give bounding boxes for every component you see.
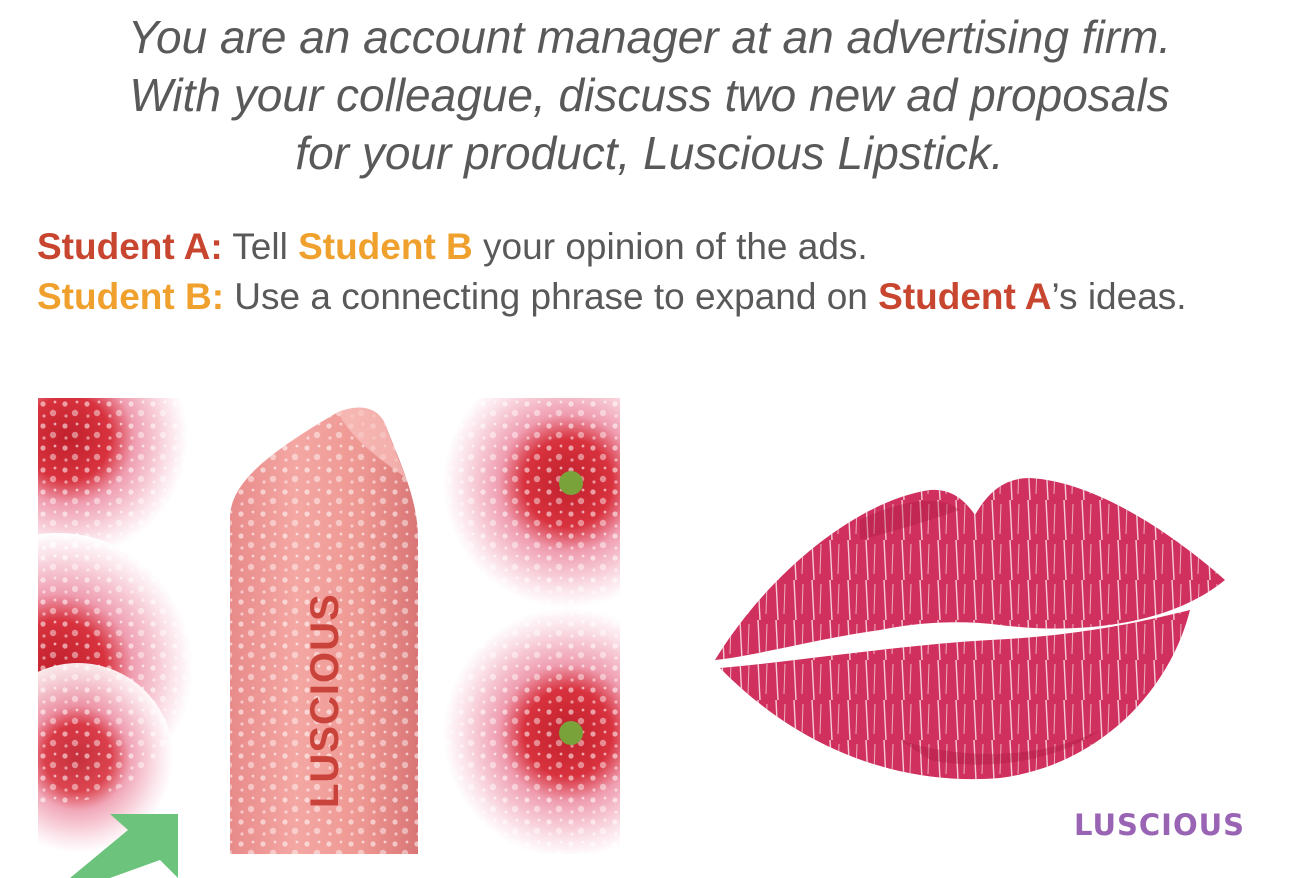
instructions: Student A: Tell Student B your opinion o… [37,222,1292,322]
instruction-student-a: Student A: Tell Student B your opinion o… [37,222,1292,272]
right-flowers [443,398,620,854]
student-a-reference: Student A [878,276,1052,317]
prompt-line-1: You are an account manager at an adverti… [127,11,1172,63]
green-arrow-icon [70,812,190,878]
prompt-line-3: for your product, Luscious Lipstick. [295,127,1004,179]
student-b-reference: Student B [298,226,473,267]
lip-print-image [715,478,1225,780]
left-flowers [38,398,193,853]
instruction-student-b: Student B: Use a connecting phrase to ex… [37,272,1292,322]
prompt-line-2: With your colleague, discuss two new ad … [129,69,1170,121]
student-b-label: Student B: [37,276,225,317]
ad-proposal-2 [700,460,1240,790]
lipstick-flower-image: LUSCIOUS [38,398,620,854]
student-b-text-2: ’s ideas. [1051,276,1187,317]
prompt-title: You are an account manager at an adverti… [0,8,1299,182]
ad1-brand-text: LUSCIOUS [303,593,347,808]
ad-proposal-1: LUSCIOUS [38,398,620,854]
student-a-text-2: your opinion of the ads. [472,226,868,267]
student-a-text-1: Tell [222,226,299,267]
ad2-brand-text: LUSCIOUS [1074,808,1246,842]
student-a-label: Student A: [37,226,223,267]
student-b-text-1: Use a connecting phrase to expand on [224,276,879,317]
